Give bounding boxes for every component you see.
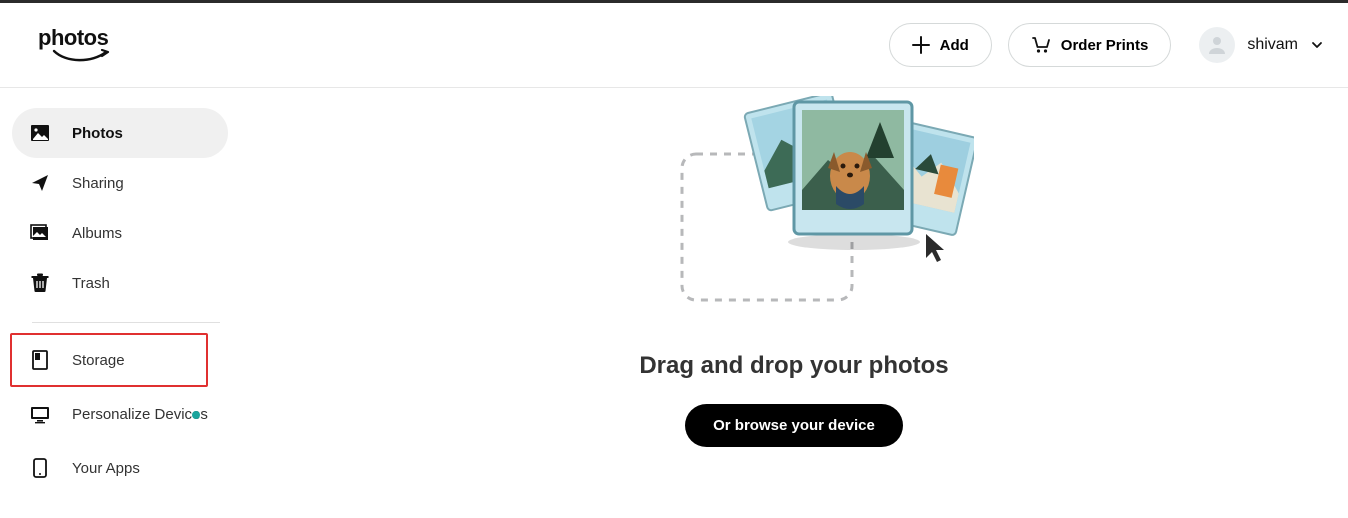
sidebar-item-photos[interactable]: Photos [12,108,228,158]
album-icon [30,223,50,243]
send-icon [30,173,50,193]
sidebar-item-your-apps[interactable]: Your Apps [12,443,228,493]
drop-instructions: Drag and drop your photos [639,352,948,380]
sidebar-item-label: Trash [72,275,110,292]
phone-icon [30,458,50,478]
person-icon [1206,34,1228,56]
app-logo[interactable]: photos [38,25,116,65]
sidebar-item-personalize[interactable]: Personalize Devices [12,387,228,443]
smile-icon [52,49,116,65]
add-button-label: Add [940,37,969,54]
sidebar-item-label: Sharing [72,175,124,192]
order-prints-button[interactable]: Order Prints [1008,23,1172,67]
browse-device-button[interactable]: Or browse your device [685,404,903,447]
add-button[interactable]: Add [889,23,992,67]
cart-icon [1031,36,1051,54]
storage-icon [30,350,50,370]
sidebar-item-label: Photos [72,125,123,142]
order-prints-label: Order Prints [1061,37,1149,54]
trash-icon [30,273,50,293]
user-name: shivam [1247,36,1298,54]
photo-icon [30,123,50,143]
drag-drop-illustration [674,96,974,326]
sidebar-divider [32,322,220,323]
logo-text: photos [38,25,108,51]
sidebar-item-albums[interactable]: Albums [12,208,228,258]
sidebar-item-trash[interactable]: Trash [12,258,228,308]
storage-highlight: Storage [10,333,208,387]
sidebar-item-label: Albums [72,225,122,242]
user-menu[interactable]: shivam [1199,27,1324,63]
sidebar: Photos Sharing Albums Trash [0,88,240,493]
sidebar-item-storage[interactable]: Storage [12,335,206,385]
chevron-down-icon [1310,38,1324,52]
plus-icon [912,36,930,54]
main-content: Drag and drop your photos Or browse your… [240,88,1348,493]
sidebar-item-label: Personalize Devices [72,406,208,425]
header: photos Add Order Prints shivam [0,0,1348,88]
sidebar-item-sharing[interactable]: Sharing [12,158,228,208]
sidebar-item-label: Storage [72,352,125,369]
sidebar-item-label: Your Apps [72,460,140,477]
notification-dot [192,411,200,419]
monitor-icon [30,405,50,425]
avatar [1199,27,1235,63]
